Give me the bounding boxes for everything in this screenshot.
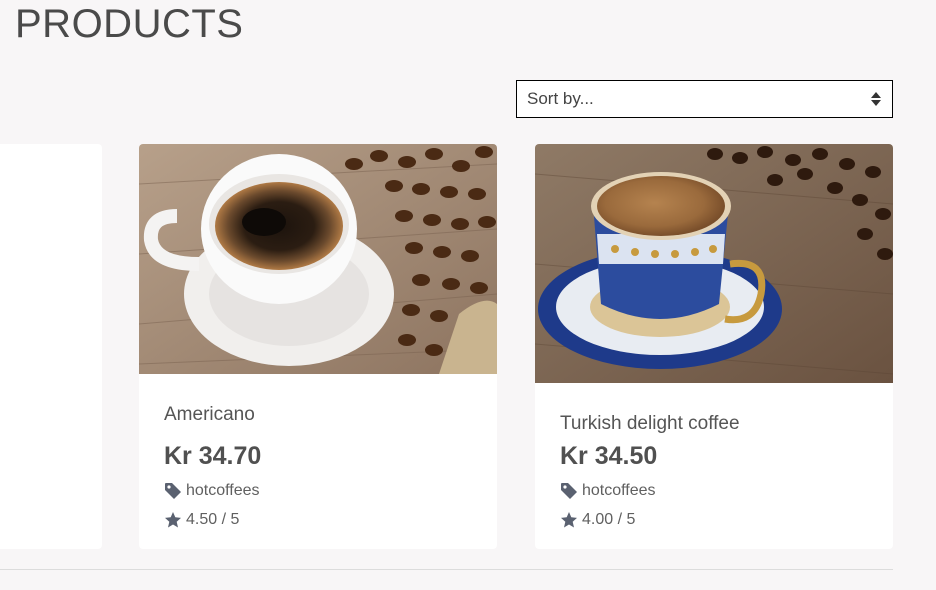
sort-select-label: Sort by... [527, 89, 594, 108]
product-image[interactable] [139, 144, 497, 374]
sort-arrows-icon [871, 92, 881, 106]
product-price: Kr 34.70 [164, 442, 262, 470]
product-card[interactable]: Americano Kr 34.70 hotcoffees 4.50 / 5 [139, 144, 497, 549]
product-rating-value: 4.50 / 5 [186, 511, 240, 528]
star-icon [561, 512, 577, 528]
product-name[interactable]: Americano [164, 404, 255, 426]
product-price: Kr 34.50 [560, 442, 658, 470]
product-rating-value: 4.00 / 5 [582, 511, 636, 528]
divider [0, 569, 893, 570]
tag-icon [561, 483, 577, 499]
product-name[interactable]: Turkish delight coffee [560, 413, 740, 435]
product-rating: 4.50 / 5 [164, 511, 239, 529]
product-image[interactable] [535, 144, 893, 383]
tag-icon [165, 483, 181, 499]
sort-select[interactable]: Sort by... [516, 80, 893, 118]
product-category-label: hotcoffees [582, 482, 656, 499]
product-card-partial[interactable] [0, 144, 102, 549]
page-title: PRODUCTS [15, 2, 244, 46]
product-card[interactable]: Turkish delight coffee Kr 34.50 hotcoffe… [535, 144, 893, 549]
product-category[interactable]: hotcoffees [164, 482, 260, 500]
product-rating: 4.00 / 5 [560, 511, 635, 529]
product-category-label: hotcoffees [186, 482, 260, 499]
product-category[interactable]: hotcoffees [560, 482, 656, 500]
star-icon [165, 512, 181, 528]
